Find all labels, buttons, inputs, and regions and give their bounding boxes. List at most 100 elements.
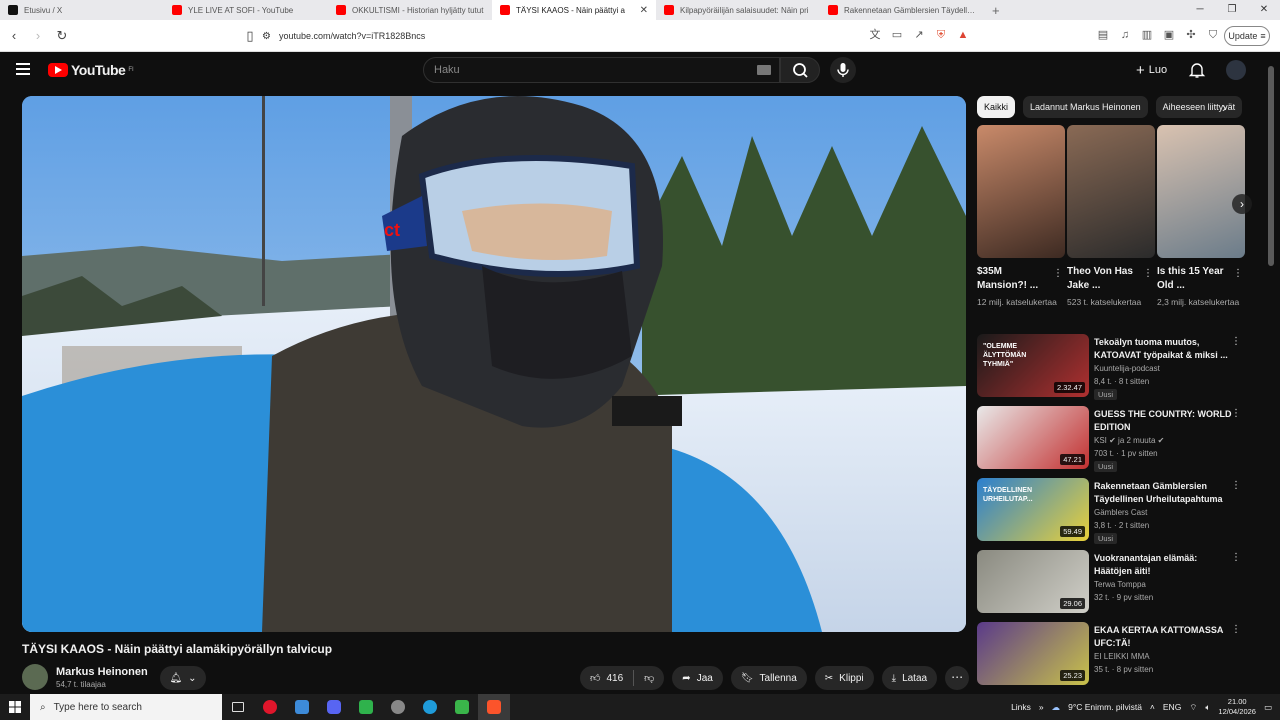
short-title[interactable]: Is this 15 Year Old ... xyxy=(1157,265,1227,293)
wallet-icon[interactable]: ▣ xyxy=(1162,28,1176,42)
forward-icon[interactable]: › xyxy=(28,28,48,43)
sidebar-icon[interactable]: ▥ xyxy=(1140,28,1154,42)
taskbar-search-input[interactable]: ⌕ Type here to search xyxy=(30,694,222,720)
short-item[interactable]: $35M Mansion?! ... 12 milj. katselukertaa… xyxy=(977,125,1065,309)
short-thumbnail[interactable] xyxy=(1157,125,1245,258)
more-vert-icon[interactable]: ⋮ xyxy=(1231,408,1241,419)
recommendation-item[interactable]: "OLEMME ÄLYTTÖMÄN TYHMIÄ" 2.32.47 Tekoälyn… xyxy=(977,334,1247,400)
close-tab-icon[interactable]: ✕ xyxy=(640,5,648,16)
browser-tab[interactable]: TÄYSI KAAOS - Näin päättyi a ✕ xyxy=(492,0,656,20)
bookmark-icon[interactable]: ▯ xyxy=(240,28,260,44)
app-icon[interactable] xyxy=(446,694,478,720)
short-thumbnail[interactable] xyxy=(1067,125,1155,258)
reload-icon[interactable]: ↻ xyxy=(52,28,72,44)
edge-icon[interactable] xyxy=(414,694,446,720)
language-indicator[interactable]: ENG xyxy=(1163,702,1181,712)
subscription-notifications-button[interactable]: 🔔︎ ⌄ xyxy=(160,666,206,690)
short-item[interactable]: Is this 15 Year Old ... 2,3 milj. katselu… xyxy=(1157,125,1245,309)
search-button[interactable] xyxy=(780,57,820,83)
notifications-icon[interactable]: ▭ xyxy=(1264,702,1272,713)
minimize-icon[interactable]: ─ xyxy=(1184,0,1216,20)
brave-rewards-icon[interactable]: ▲ xyxy=(956,28,970,42)
app-icon[interactable] xyxy=(350,694,382,720)
video-thumbnail[interactable]: 29.06 xyxy=(977,550,1089,613)
app-icon[interactable] xyxy=(286,694,318,720)
more-vert-icon[interactable]: ⋮ xyxy=(1231,552,1241,563)
video-title[interactable]: GUESS THE COUNTRY: WORLD EDITION xyxy=(1094,408,1234,434)
channel-name[interactable]: Markus Heinonen xyxy=(56,666,148,678)
extensions-icon[interactable]: ✣ xyxy=(1184,28,1198,42)
more-vert-icon[interactable]: ⋮ xyxy=(1053,268,1063,279)
recommendation-item[interactable]: 29.06 Vuokranantajan elämää: Häätöjen äit… xyxy=(977,550,1247,614)
brave-icon[interactable] xyxy=(478,694,510,720)
voice-search-button[interactable] xyxy=(830,57,856,83)
video-thumbnail[interactable]: "OLEMME ÄLYTTÖMÄN TYHMIÄ" 2.32.47 xyxy=(977,334,1089,397)
vpn-icon[interactable]: ⛉ xyxy=(1206,28,1220,42)
more-vert-icon[interactable]: ⋮ xyxy=(1231,480,1241,491)
more-vert-icon[interactable]: ⋮ xyxy=(1231,336,1241,347)
close-window-icon[interactable]: ✕ xyxy=(1248,0,1280,20)
recommendation-item[interactable]: 25.23 EKAA KERTAA KATTOMASSA UFC:TÄ! EI LE… xyxy=(977,622,1247,686)
site-settings-icon[interactable]: ⚙ xyxy=(262,31,271,42)
save-button[interactable]: 🔖︎ Tallenna xyxy=(730,666,807,690)
reading-list-icon[interactable]: ▤ xyxy=(1096,28,1110,42)
filter-chip[interactable]: Ladannut Markus Heinonen xyxy=(1023,96,1148,118)
dislike-button[interactable]: 👎︎ xyxy=(634,666,664,690)
browser-tab[interactable]: YLE LIVE AT SOFI - YouTube xyxy=(164,0,328,20)
recommendation-item[interactable]: TÄYDELLINEN URHEILUTAP... 59.49 Rakennetaa… xyxy=(977,478,1247,544)
channel-name[interactable]: EI LEIKKI MMA xyxy=(1094,652,1150,661)
filter-chip[interactable]: Kaikki xyxy=(977,96,1016,118)
video-thumbnail[interactable]: 25.23 xyxy=(977,622,1089,685)
more-vert-icon[interactable]: ⋮ xyxy=(1143,268,1153,279)
discord-icon[interactable] xyxy=(318,694,350,720)
channel-name[interactable]: KSI ✔ ja 2 muuta ✔ xyxy=(1094,436,1164,445)
video-thumbnail[interactable]: 47.21 xyxy=(977,406,1089,469)
video-title[interactable]: EKAA KERTAA KATTOMASSA UFC:TÄ! xyxy=(1094,624,1234,650)
channel-avatar[interactable] xyxy=(22,664,48,690)
like-button[interactable]: 👍︎ 416 xyxy=(580,666,633,690)
scrollbar-thumb[interactable] xyxy=(1268,66,1274,266)
recommendation-item[interactable]: 47.21 GUESS THE COUNTRY: WORLD EDITION KSI… xyxy=(977,406,1247,472)
video-player[interactable]: ct xyxy=(22,96,966,632)
app-icon[interactable] xyxy=(382,694,414,720)
new-tab-button[interactable]: + xyxy=(984,3,1008,18)
notifications-button[interactable] xyxy=(1188,61,1206,79)
browser-tab[interactable]: Etusivu / X xyxy=(0,0,164,20)
shorts-next-button[interactable]: › xyxy=(1232,194,1252,214)
create-button[interactable]: + Luo xyxy=(1128,58,1175,82)
translate-icon[interactable]: 文 xyxy=(868,28,882,42)
back-icon[interactable]: ‹ xyxy=(4,28,24,43)
short-title[interactable]: Theo Von Has Jake ... xyxy=(1067,265,1137,293)
search-input[interactable]: Haku xyxy=(423,57,780,83)
opera-icon[interactable] xyxy=(254,694,286,720)
download-button[interactable]: ⤓ Lataa xyxy=(881,666,938,690)
clip-button[interactable]: ✂ Klippi xyxy=(814,666,874,690)
video-title[interactable]: Rakennetaan Gämblersien Täydellinen Urhe… xyxy=(1094,480,1234,506)
more-vert-icon[interactable]: ⋮ xyxy=(1231,624,1241,635)
short-thumbnail[interactable] xyxy=(977,125,1065,258)
share-button[interactable]: ➦ Jaa xyxy=(672,666,723,690)
media-icon[interactable]: ♫ xyxy=(1118,28,1132,42)
weather-text[interactable]: 9°C Enimm. pilvistä xyxy=(1068,702,1142,712)
video-thumbnail[interactable]: TÄYDELLINEN URHEILUTAP... 59.49 xyxy=(977,478,1089,541)
clock[interactable]: 21.00 12/04/2026 xyxy=(1218,697,1256,717)
scrollbar[interactable] xyxy=(1266,60,1276,690)
volume-icon[interactable]: 🔈︎ xyxy=(1205,702,1210,713)
browser-tab[interactable]: OKKULTISMI - Historian hyljätty tutut xyxy=(328,0,492,20)
update-button[interactable]: Update ≡ xyxy=(1224,26,1270,46)
chevron-right-icon[interactable]: › xyxy=(1222,96,1238,118)
youtube-logo[interactable]: YouTube FI xyxy=(48,62,134,78)
short-title[interactable]: $35M Mansion?! ... xyxy=(977,265,1047,293)
network-icon[interactable]: ⌔ xyxy=(1189,702,1197,713)
share-icon[interactable]: ↗ xyxy=(912,28,926,42)
short-item[interactable]: Theo Von Has Jake ... 523 t. katselukerta… xyxy=(1067,125,1155,309)
channel-name[interactable]: Gämblers Cast xyxy=(1094,508,1147,517)
video-title[interactable]: Tekoälyn tuoma muutos, KATOAVAT työpaika… xyxy=(1094,336,1234,362)
keyboard-icon[interactable] xyxy=(757,65,771,75)
channel-name[interactable]: Terwa Tomppa xyxy=(1094,580,1146,589)
chevron-up-icon[interactable]: ˄ xyxy=(1150,702,1155,712)
browser-tab[interactable]: Kilpapyöräilijän salaisuudet: Näin pri xyxy=(656,0,820,20)
more-actions-button[interactable]: ⋯ xyxy=(945,666,970,690)
start-button[interactable] xyxy=(0,694,30,720)
channel-name[interactable]: Kuuntelija-podcast xyxy=(1094,364,1160,373)
